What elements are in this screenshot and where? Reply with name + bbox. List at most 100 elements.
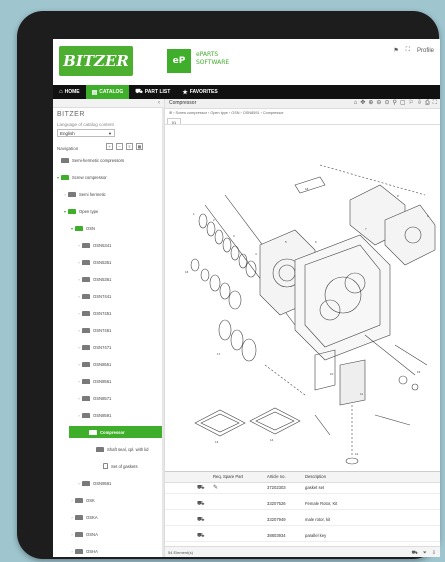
folder-icon [82,327,90,333]
add-to-cart-icon[interactable]: ⛟ [197,483,205,493]
main-title: Compressor [169,100,197,106]
search-icon[interactable]: ⚲ [392,99,396,108]
tree-item[interactable]: ▾ Compressor [69,426,164,438]
tree-item[interactable]: Semi-hermetic compressors [55,154,124,166]
table-row[interactable]: ⛟ 38803934 parallel key [165,531,440,542]
tree-item[interactable]: › OSN8561 [76,375,111,387]
tree-tools: + − ≡ ▦ [106,143,143,150]
main-nav: ⌂ HOME ▤ CATALOG ⛟ PART LIST ★ FAVORITES [53,85,440,99]
profile-link[interactable]: Profile [417,48,434,54]
tree-item-label: Semi-hermetic compressors [72,157,125,163]
tree-item-label: Semi hermetic [79,191,106,197]
tree-item-label: OSN7461 [93,327,112,333]
tree-item[interactable]: › OSN5361 [76,273,111,285]
folder-icon [82,378,90,384]
tree-item-label: OSN7451 [93,310,112,316]
filter-icon[interactable]: ⏷ [423,547,427,557]
svg-text:17: 17 [217,352,221,356]
pin-icon[interactable]: ⚐ [409,99,414,108]
svg-text:11: 11 [360,392,363,396]
element-count: 54 Element(s) [168,550,193,555]
nav-favorites[interactable]: ★ FAVORITES [176,85,223,99]
tree-item[interactable]: › OSNA [69,528,98,540]
folder-icon [82,276,90,282]
zoom-in-icon[interactable]: ⊕ [368,99,373,108]
language-select[interactable]: English ▼ [57,129,115,137]
pan-icon[interactable]: ✥ [360,99,365,108]
tree-item[interactable]: › OSN8591 [76,409,111,421]
logo-text: BITZER [63,52,129,70]
tree-item[interactable]: › OSKA [69,511,98,523]
collapse-icon[interactable]: ‹ [158,99,160,107]
download-icon[interactable]: ⇩ [417,99,422,108]
zoom-out-icon[interactable]: ⊖ [376,99,381,108]
tree-item[interactable]: › OSN7461 [76,324,111,336]
tree-item[interactable]: › OSK [69,494,95,506]
tree-item[interactable]: › OSN7471 [76,341,111,353]
flag-icon[interactable]: ⚑ [393,47,398,54]
sidebar-brand: BITZER [57,111,85,118]
folder-icon [82,480,90,486]
table-row[interactable]: ⛟ ✎ 37202303 gasket set [165,483,440,494]
cart-icon[interactable]: ⛟ [411,547,417,557]
header-article-no[interactable]: Article no. [267,472,286,482]
nav-catalog[interactable]: ▤ CATALOG [85,85,130,99]
tree-item[interactable]: › OSN5351 [76,256,111,268]
eparts-subtitle: SOFTWARE [196,59,230,66]
expand-icon[interactable]: ⛶ [406,47,410,54]
tree-item-label: OSN7471 [93,344,112,350]
tree-item[interactable]: ▾ Screw compressor [55,171,107,183]
tree-item-label: Compressor [100,429,125,435]
article-no: 38803934 [267,533,286,538]
tree-item-label: OSHA [86,548,98,554]
tree-item-label: OSKA [86,514,98,520]
add-to-cart-icon[interactable]: ⛟ [197,515,205,525]
expand-all-icon[interactable]: + [106,143,113,150]
tree-item[interactable]: › OSN7441 [76,290,111,302]
download-icon[interactable]: ⇩ [432,547,436,557]
tree-item[interactable]: › OSN9591 [76,477,111,489]
table-row[interactable]: ⛟ 33207949 male rotor, kit [165,515,440,526]
tree-item[interactable]: › OSN7451 [76,307,111,319]
tree-item[interactable]: Set of gaskets [97,460,138,472]
header-spare-part[interactable]: Req. Spare Part [213,472,243,482]
tree-item[interactable]: Shaft seal, cpl. with lid [90,443,148,455]
print-icon[interactable]: ⎙ [425,99,430,108]
sidebar: ‹ BITZER Language of catalog content Eng… [53,99,165,557]
tree-item[interactable]: › Semi hermetic [62,188,106,200]
tree-item[interactable]: › OSN8571 [76,392,111,404]
folder-icon [89,429,97,435]
table-row[interactable]: ⛟ 33207526 Female Rotor, Kit [165,499,440,510]
folder-icon [82,242,90,248]
edit-icon[interactable]: ✎ [213,483,218,493]
svg-text:14: 14 [270,438,274,442]
nav-favorites-label: FAVORITES [189,89,218,95]
article-no: 33207526 [267,501,286,506]
list-view-icon[interactable]: ≡ [126,143,133,150]
add-to-cart-icon[interactable]: ⛟ [197,499,205,509]
grid-view-icon[interactable]: ▦ [136,143,143,150]
tree-item[interactable]: ▾ Open type [62,205,98,217]
sidebar-scrollbar[interactable] [162,107,164,557]
add-to-cart-icon[interactable]: ⛟ [197,531,205,541]
tree-item-label: OSNA [86,531,98,537]
folder-icon [75,225,83,231]
nav-home[interactable]: ⌂ HOME [53,85,86,99]
tree-item-label: Shaft seal, cpl. with lid [107,446,149,452]
fullscreen-icon[interactable]: ⛶ [433,99,437,108]
home-view-icon[interactable]: ⌂ [354,99,358,108]
description: parallel key [305,533,327,538]
tree-item[interactable]: › OSN8551 [76,358,111,370]
nav-part-list[interactable]: ⛟ PART LIST [129,85,176,99]
navigation-label: Navigation [57,146,79,151]
header-description[interactable]: Description [305,472,326,482]
bitzer-logo[interactable]: BITZER [59,46,133,76]
zoom-fit-icon[interactable]: ⊙ [384,99,389,108]
frame-icon[interactable]: ▢ [400,99,406,108]
tree-item[interactable]: › OSHA [69,545,98,557]
description: male rotor, kit [305,517,331,522]
tree-item[interactable]: ▾ OSN [69,222,95,234]
collapse-all-icon[interactable]: − [116,143,123,150]
exploded-drawing[interactable]: 123 45 6 789 101112 13 1415 161718 [165,125,440,471]
tree-item[interactable]: › OSN5341 [76,239,111,251]
